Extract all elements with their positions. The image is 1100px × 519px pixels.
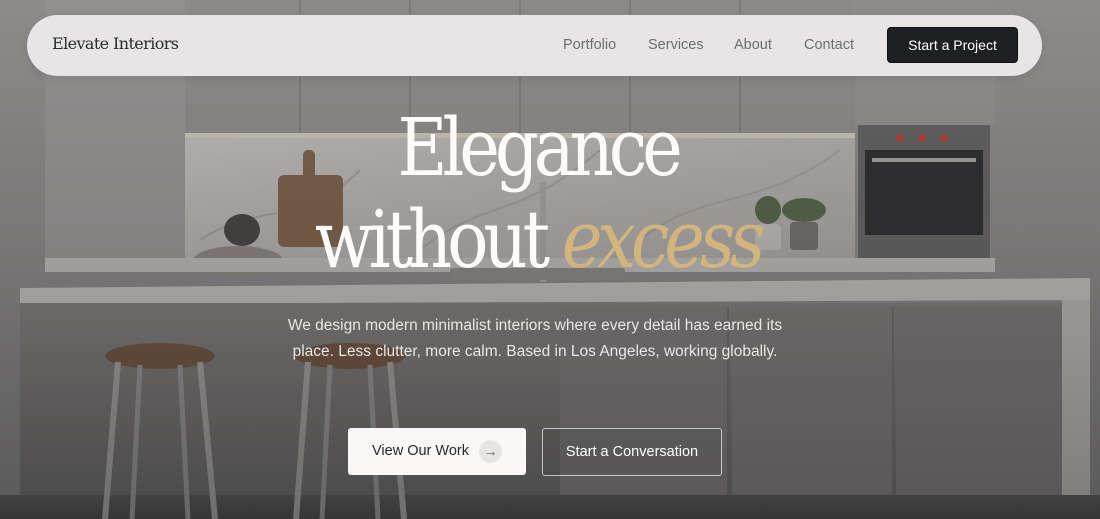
brand-logo[interactable]: Elevate Interiors [52, 34, 179, 53]
hero-description: We design modern minimalist interiors wh… [287, 317, 783, 360]
hero-headline-accent: excess [561, 193, 766, 286]
hero-headline-line2: without excess [75, 193, 1000, 286]
nav-link-about[interactable]: About [734, 37, 772, 53]
nav-link-portfolio[interactable]: Portfolio [563, 37, 616, 53]
view-our-work-label: View Our Work [372, 443, 469, 459]
hero-headline-line1: Elegance [397, 101, 682, 194]
nav-link-services[interactable]: Services [648, 37, 704, 53]
start-project-button[interactable]: Start a Project [887, 27, 1018, 63]
nav-link-contact[interactable]: Contact [804, 37, 854, 53]
view-our-work-button[interactable]: View Our Work → [348, 428, 526, 475]
hero-headline-prefix: without [314, 193, 550, 286]
start-conversation-button[interactable]: Start a Conversation [542, 428, 722, 476]
arrow-right-icon: → [479, 440, 502, 463]
hero-section: Elevate Interiors Portfolio Services Abo… [0, 0, 1100, 519]
top-navigation-bar: Elevate Interiors Portfolio Services Abo… [27, 15, 1042, 76]
